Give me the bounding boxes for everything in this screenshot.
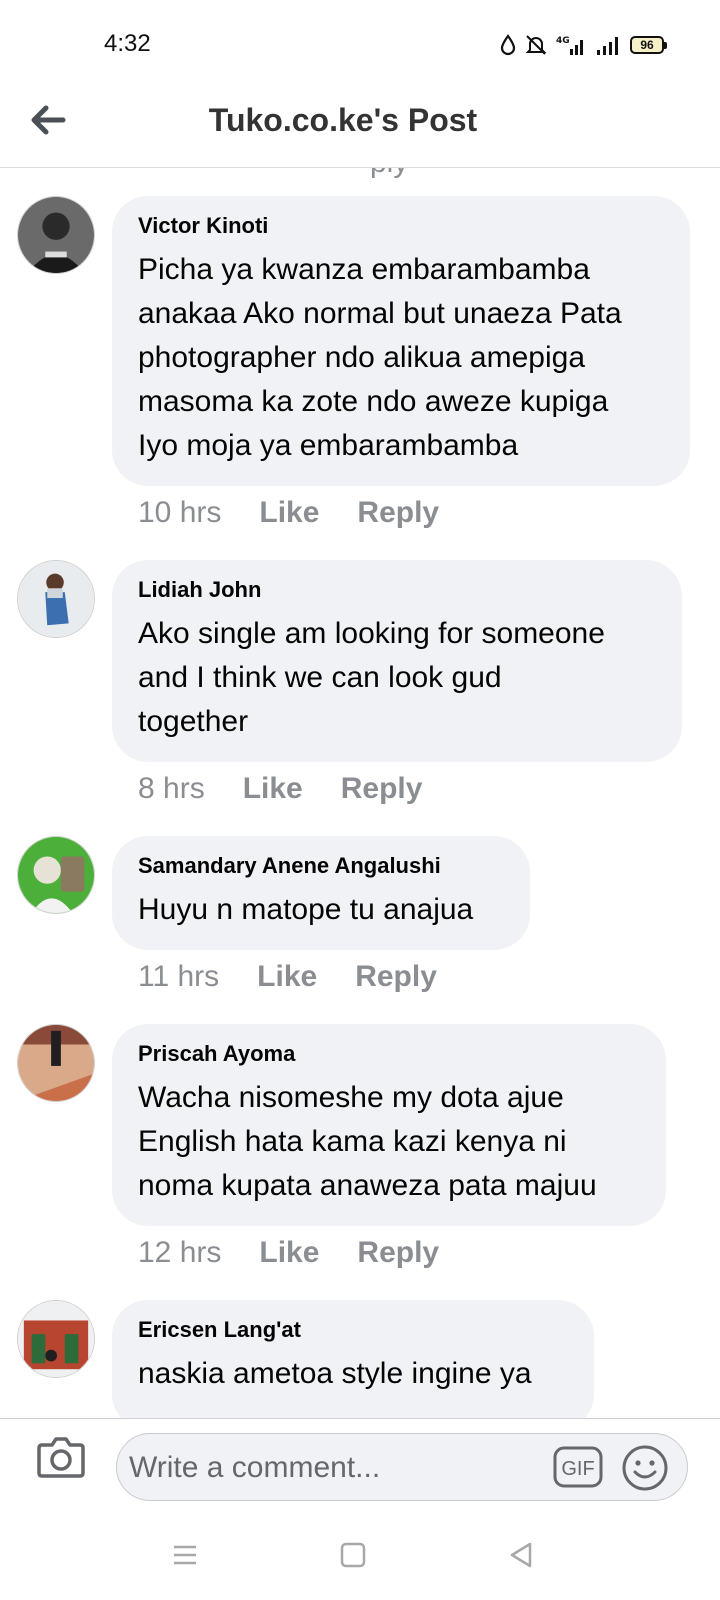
gif-button[interactable]: GIF xyxy=(553,1446,603,1488)
emoji-icon xyxy=(622,1445,668,1491)
comment-time: 11 hrs xyxy=(138,960,220,993)
partial-reply-text: ply xyxy=(370,168,408,180)
comment-bubble: Lidiah John Ako single am looking for so… xyxy=(112,560,682,762)
like-button[interactable]: Like xyxy=(257,960,317,994)
comment-time: 12 hrs xyxy=(138,1236,222,1269)
comment-author[interactable]: Ericsen Lang'at xyxy=(138,1316,568,1344)
comment-author[interactable]: Priscah Ayoma xyxy=(138,1040,640,1068)
gif-label: GIF xyxy=(561,1458,594,1480)
avatar[interactable] xyxy=(17,836,95,914)
avatar[interactable] xyxy=(17,196,95,274)
comment-author[interactable]: Samandary Anene Angalushi xyxy=(138,852,504,880)
home-square-icon xyxy=(340,1542,366,1568)
network-label: 4G xyxy=(556,36,570,46)
page-title: Tuko.co.ke's Post xyxy=(208,102,478,138)
comment-time: 10 hrs xyxy=(138,496,222,529)
post-header: Tuko.co.ke's Post xyxy=(0,90,720,168)
menu-icon xyxy=(174,1545,196,1565)
avatar[interactable] xyxy=(17,1300,95,1378)
comment-actions: 12 hrs Like Reply xyxy=(138,1236,439,1270)
recents-button[interactable] xyxy=(170,1540,200,1570)
battery-icon: 96 xyxy=(630,36,667,54)
comment-author[interactable]: Victor Kinoti xyxy=(138,212,664,240)
comment-bubble: Ericsen Lang'at naskia ametoa style ingi… xyxy=(112,1300,594,1418)
camera-button[interactable] xyxy=(36,1433,86,1479)
comment-time: 8 hrs xyxy=(138,772,205,805)
comment-actions: 10 hrs Like Reply xyxy=(138,496,439,530)
reply-button[interactable]: Reply xyxy=(357,1236,439,1270)
system-nav-bar xyxy=(0,1510,720,1600)
comment-input[interactable] xyxy=(129,1446,549,1490)
avatar[interactable] xyxy=(17,560,95,638)
comments-feed[interactable]: ply Victor Kinoti Picha ya kwanza embara… xyxy=(0,168,720,1418)
reply-button[interactable]: Reply xyxy=(341,772,423,806)
comment-text: Huyu n matope tu anajua xyxy=(138,893,474,926)
comment-text: Picha ya kwanza embarambamba anakaa Ako … xyxy=(138,253,622,462)
reply-button[interactable]: Reply xyxy=(357,496,439,530)
back-triangle-icon xyxy=(510,1542,532,1568)
comment-author[interactable]: Lidiah John xyxy=(138,576,656,604)
comment-bubble: Samandary Anene Angalushi Huyu n matope … xyxy=(112,836,530,950)
gif-icon: GIF xyxy=(553,1446,603,1488)
like-button[interactable]: Like xyxy=(259,496,319,530)
like-button[interactable]: Like xyxy=(259,1236,319,1270)
status-icons: 4G 96 xyxy=(500,32,667,58)
signal-4g-icon: 4G xyxy=(556,34,586,56)
status-bar: 4:32 4G 96 xyxy=(0,0,720,90)
signal-icon xyxy=(595,34,621,56)
home-button[interactable] xyxy=(338,1540,368,1570)
comment-actions: 11 hrs Like Reply xyxy=(138,960,437,994)
comment-text: Ako single am looking for someone and I … xyxy=(138,617,605,738)
comment-bubble: Victor Kinoti Picha ya kwanza embarambam… xyxy=(112,196,690,486)
data-saver-icon xyxy=(500,34,516,56)
like-button[interactable]: Like xyxy=(243,772,303,806)
back-nav-button[interactable] xyxy=(506,1540,536,1570)
camera-icon xyxy=(37,1437,85,1478)
status-time: 4:32 xyxy=(104,30,151,57)
comment-actions: 8 hrs Like Reply xyxy=(138,772,422,806)
comment-composer: GIF xyxy=(0,1418,720,1508)
comment-bubble: Priscah Ayoma Wacha nisomeshe my dota aj… xyxy=(112,1024,666,1226)
comment-text: Wacha nisomeshe my dota ajue English hat… xyxy=(138,1081,597,1202)
comment-input-box[interactable]: GIF xyxy=(116,1433,688,1501)
comment-text: naskia ametoa style ingine ya xyxy=(138,1357,532,1390)
emoji-button[interactable] xyxy=(621,1444,669,1492)
reply-button[interactable]: Reply xyxy=(355,960,437,994)
avatar[interactable] xyxy=(17,1024,95,1102)
mute-bell-icon xyxy=(525,34,547,56)
